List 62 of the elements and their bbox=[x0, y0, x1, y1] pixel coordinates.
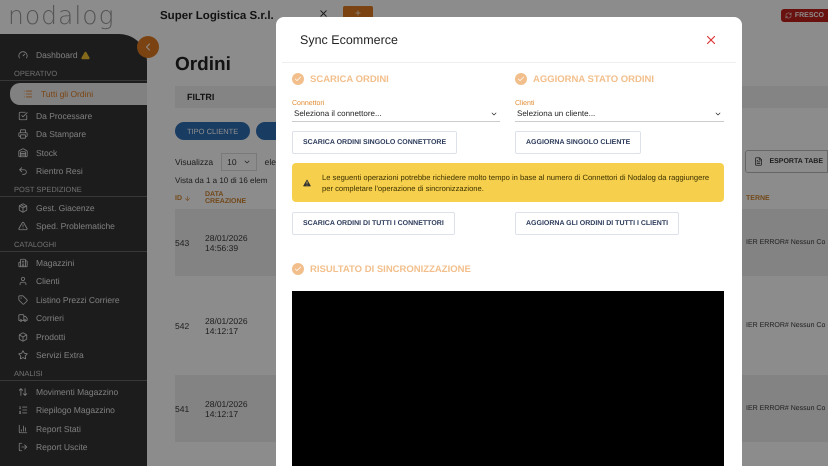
numbered-list-icon bbox=[18, 405, 28, 416]
select-field[interactable]: Seleziona il connettore... bbox=[292, 107, 500, 122]
checkbox-icon bbox=[18, 110, 28, 121]
warning-icon bbox=[302, 178, 312, 188]
check-circle-icon bbox=[515, 73, 527, 85]
document-icon bbox=[754, 157, 764, 166]
page-size-select[interactable]: 10 bbox=[221, 152, 257, 170]
sort-arrow-icon bbox=[184, 194, 191, 202]
list-icon bbox=[23, 88, 33, 98]
collapse-button[interactable] bbox=[137, 36, 159, 58]
sidebar-item[interactable]: Gest. Giacenze bbox=[0, 198, 147, 217]
check-circle-icon bbox=[292, 73, 304, 85]
building-icon bbox=[18, 258, 28, 268]
package-icon bbox=[18, 202, 28, 213]
page-size-suffix: ele bbox=[264, 156, 276, 166]
table-cell: 543 bbox=[175, 238, 190, 248]
exit-icon bbox=[18, 442, 28, 452]
bar-chart-icon bbox=[18, 424, 28, 434]
section-title: SCARICA ORDINI bbox=[310, 74, 389, 84]
table-cell: 28/01/2026 14:12:17 bbox=[205, 316, 248, 336]
table-summary: Vista da 1 a 10 di 16 elem bbox=[175, 176, 268, 185]
section-title: AGGIORNA STATO ORDINI bbox=[533, 74, 654, 84]
sidebar-item[interactable]: Servizi Extra bbox=[0, 346, 147, 364]
tag-icon bbox=[18, 294, 28, 305]
sidebar-item[interactable]: Da Stampare bbox=[0, 125, 147, 144]
printer-icon bbox=[18, 129, 28, 140]
dialog-title: Sync Ecommerce bbox=[300, 32, 398, 46]
page-title: Ordini bbox=[175, 54, 231, 76]
sidebar-item[interactable]: Riepilogo Magazzino bbox=[0, 401, 147, 420]
user-icon bbox=[18, 276, 28, 286]
table-cell: 542 bbox=[175, 320, 190, 330]
sidebar-item[interactable]: Movimenti Magazzino bbox=[0, 382, 147, 401]
company-name: Super Logistica S.r.l. bbox=[160, 10, 274, 22]
sidebar-item[interactable]: Report Stati bbox=[0, 420, 147, 438]
star-icon bbox=[18, 350, 28, 360]
table-cell: 28/01/2026 14:12:17 bbox=[205, 398, 248, 418]
refresh-icon bbox=[784, 12, 792, 18]
sidebar-item[interactable]: Listino Prezzi Corriere bbox=[0, 290, 147, 309]
close-icon[interactable] bbox=[318, 8, 329, 18]
check-circle-icon bbox=[292, 263, 304, 275]
sidebar-item[interactable]: Sped. Problematiche bbox=[0, 217, 147, 236]
table-cell: 28/01/2026 14:56:39 bbox=[205, 232, 248, 252]
arrows-icon bbox=[18, 386, 28, 397]
page-size-label: Visualizza bbox=[175, 156, 214, 166]
sidebar-item[interactable]: Rientro Resi bbox=[0, 162, 147, 180]
truck-icon bbox=[18, 313, 28, 324]
sidebar-item[interactable]: Da Processare bbox=[0, 106, 147, 125]
warehouse-icon bbox=[18, 148, 28, 158]
sidebar-item[interactable]: Clienti bbox=[0, 272, 147, 290]
sidebar-item[interactable]: Stock bbox=[0, 144, 147, 162]
gauge-icon bbox=[18, 50, 28, 60]
sidebar-item[interactable]: Corrieri bbox=[0, 309, 147, 328]
undo-arrow-icon bbox=[18, 166, 28, 176]
select-field[interactable]: Seleziona un cliente... bbox=[515, 107, 724, 122]
nodalog-logo: nodalog bbox=[8, 2, 116, 28]
section-title: RISULTATO DI SINCRONIZZAZIONE bbox=[310, 264, 471, 274]
box-icon bbox=[18, 332, 28, 342]
sidebar-item[interactable]: Report Uscite bbox=[0, 438, 147, 456]
warning-icon bbox=[18, 221, 28, 232]
sidebar-item[interactable]: Magazzini bbox=[0, 254, 147, 272]
sidebar-item[interactable]: Prodotti bbox=[0, 328, 147, 346]
table-cell: 541 bbox=[175, 404, 190, 414]
